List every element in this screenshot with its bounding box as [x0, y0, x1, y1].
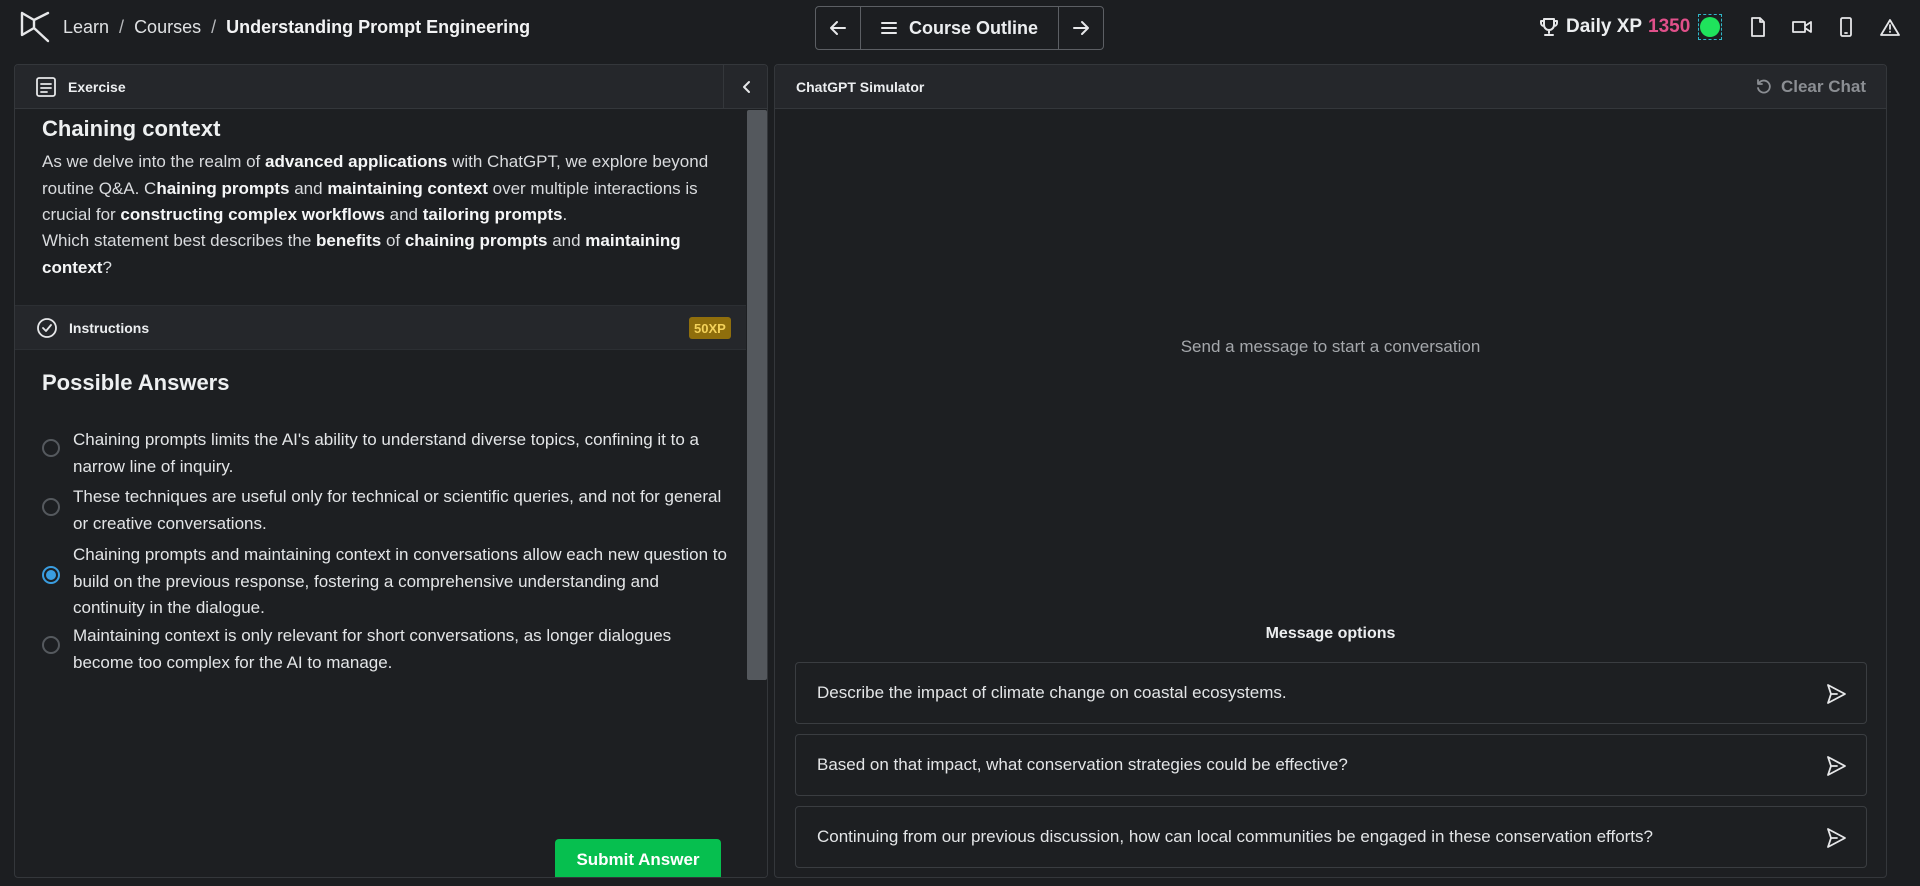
message-options-title: Message options: [1265, 625, 1396, 642]
exercise-panel: Exercise Chaining context As we delve in…: [14, 64, 768, 878]
collapse-panel-button[interactable]: [723, 65, 767, 109]
description-text: and: [384, 205, 423, 224]
message-option-text: Describe the impact of climate change on…: [817, 683, 1287, 702]
description-emphasis: advanced applications: [265, 152, 448, 171]
description-text: .: [562, 205, 568, 224]
arrow-left-icon: [830, 21, 846, 35]
datacamp-logo[interactable]: [18, 9, 52, 45]
radio-button[interactable]: [42, 566, 60, 584]
hamburger-menu-icon: [880, 22, 897, 34]
answer-text: Chaining prompts and maintaining context…: [73, 545, 727, 617]
trophy-icon: [1540, 18, 1558, 36]
mobile-icon: [1840, 17, 1852, 37]
xp-badge: 50XP: [689, 317, 731, 339]
radio-button[interactable]: [42, 439, 60, 457]
course-outline-button[interactable]: Course Outline: [861, 7, 1058, 49]
warning-icon: [1880, 19, 1900, 36]
simulator-header: ChatGPT Simulator Clear Chat: [775, 65, 1886, 109]
top-bar: Learn / Courses / Understanding Prompt E…: [0, 0, 1920, 54]
daily-xp[interactable]: Daily XP 1350: [1538, 10, 1723, 44]
exercise-scrollbar[interactable]: [746, 110, 767, 877]
possible-answers-title: Possible Answers: [42, 370, 230, 395]
status-dot: [1700, 17, 1721, 37]
message-option[interactable]: Based on that impact, what conservation …: [795, 734, 1867, 796]
description-emphasis: maintaining context: [327, 178, 488, 198]
exercise-icon: [36, 76, 56, 97]
toolbar-icons: [1736, 12, 1912, 42]
description-text: As we delve into the realm of: [42, 152, 266, 171]
arrow-right-icon: [1073, 21, 1089, 35]
answer-text: Chaining prompts limits the AI's ability…: [73, 430, 699, 476]
video-icon: [1792, 21, 1812, 33]
course-outline-label: Course Outline: [908, 17, 1038, 38]
empty-chat-message: Send a message to start a conversation: [1180, 337, 1481, 356]
breadcrumb: Learn / Courses / Understanding Prompt E…: [63, 16, 530, 38]
description-emphasis: haining prompts: [156, 178, 290, 198]
chevron-left-icon: [742, 81, 750, 93]
question-text: Which statement best describes the: [42, 231, 317, 250]
status-indicator[interactable]: [1698, 14, 1723, 40]
message-option[interactable]: Describe the impact of climate change on…: [795, 662, 1867, 724]
submit-answer-button[interactable]: Submit Answer: [555, 839, 721, 877]
question-emphasis: benefits: [316, 231, 382, 250]
exercise-header-label: Exercise: [68, 78, 126, 95]
description-emphasis: constructing complex workflows: [120, 205, 385, 224]
simulator-title: ChatGPT Simulator: [796, 78, 925, 95]
breadcrumb-learn[interactable]: Learn: [63, 17, 109, 38]
question-text: and: [547, 231, 586, 250]
report-issue-button[interactable]: [1868, 12, 1912, 42]
answer-option[interactable]: These techniques are useful only for tec…: [42, 484, 732, 537]
breadcrumb-courses[interactable]: Courses: [134, 17, 201, 38]
instructions-label: Instructions: [69, 319, 150, 336]
course-navigation: Course Outline: [815, 6, 1104, 50]
answer-option[interactable]: Chaining prompts limits the AI's ability…: [42, 427, 732, 480]
question-text: ?: [102, 257, 112, 277]
send-icon[interactable]: [1824, 682, 1848, 706]
reset-icon: [1757, 79, 1771, 94]
video-button[interactable]: [1780, 12, 1824, 42]
instructions-bar[interactable]: Instructions 50XP: [15, 305, 746, 350]
question-emphasis: chaining prompts: [404, 231, 548, 250]
radio-button[interactable]: [42, 498, 60, 516]
question-text: of: [381, 231, 405, 250]
breadcrumb-separator: /: [211, 16, 217, 37]
answer-option[interactable]: Chaining prompts and maintaining context…: [42, 542, 732, 622]
answer-option[interactable]: Maintaining context is only relevant for…: [42, 623, 732, 676]
scrollbar-thumb[interactable]: [747, 110, 767, 680]
mobile-button[interactable]: [1824, 12, 1868, 42]
description-emphasis: tailoring prompts: [422, 205, 563, 224]
breadcrumb-separator: /: [119, 16, 125, 37]
answer-text: Maintaining context is only relevant for…: [73, 626, 672, 672]
send-icon[interactable]: [1824, 826, 1848, 850]
breadcrumb-current[interactable]: Understanding Prompt Engineering: [226, 17, 530, 38]
message-option-text: Based on that impact, what conservation …: [817, 755, 1348, 774]
document-button[interactable]: [1736, 12, 1780, 42]
exercise-description: As we delve into the realm of advanced a…: [42, 149, 742, 229]
description-text: and: [289, 178, 328, 198]
exercise-question: Which statement best describes the benef…: [42, 228, 742, 281]
send-icon[interactable]: [1824, 754, 1848, 778]
answer-text: These techniques are useful only for tec…: [73, 487, 722, 533]
daily-xp-value: 1350: [1648, 16, 1691, 37]
radio-button[interactable]: [42, 636, 60, 654]
daily-xp-label: Daily XP: [1566, 16, 1643, 37]
message-option[interactable]: Continuing from our previous discussion,…: [795, 806, 1867, 868]
exercise-title: Chaining context: [42, 116, 221, 141]
clear-chat-label: Clear Chat: [1780, 77, 1866, 96]
message-option-text: Continuing from our previous discussion,…: [817, 827, 1653, 846]
exercise-header: Exercise: [15, 65, 767, 109]
next-exercise-button[interactable]: [1058, 7, 1103, 49]
chat-simulator-panel: ChatGPT Simulator Clear Chat Send a mess…: [774, 64, 1887, 878]
check-circle-icon: [37, 317, 57, 338]
clear-chat-button[interactable]: Clear Chat: [1755, 76, 1866, 98]
previous-exercise-button[interactable]: [816, 7, 861, 49]
document-icon: [1751, 17, 1765, 37]
